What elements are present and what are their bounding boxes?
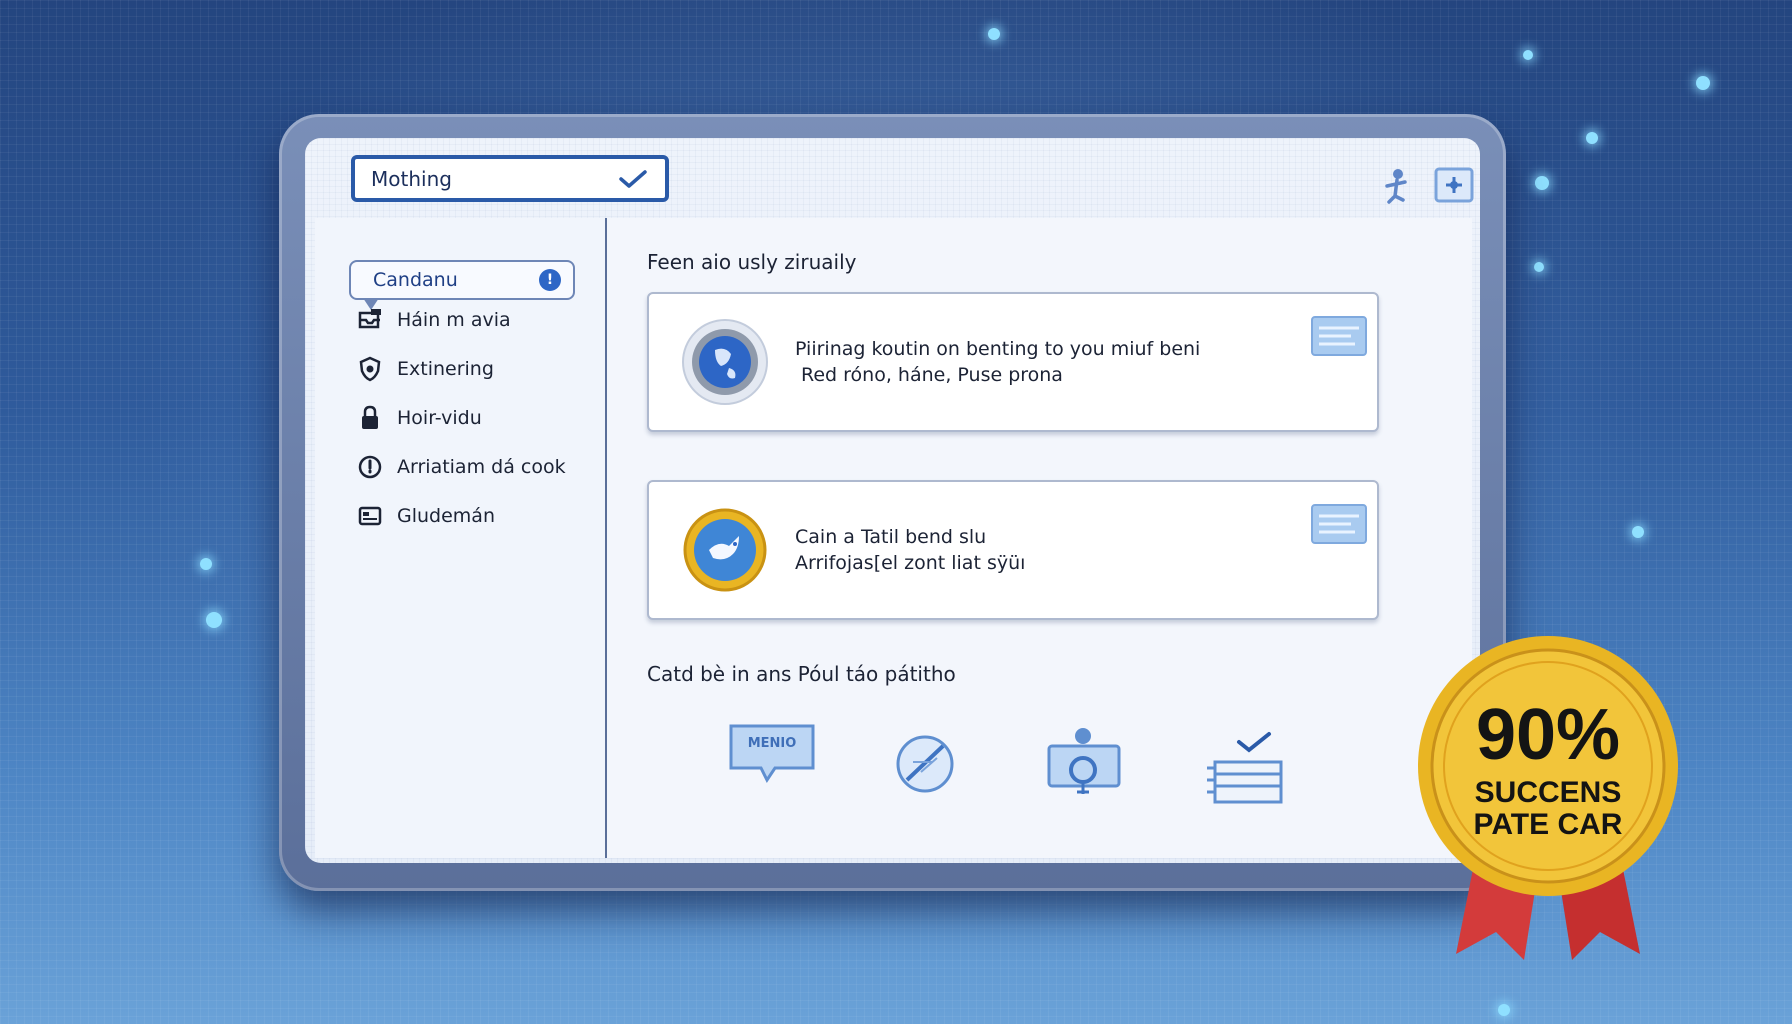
chat-bubble-text: MENIO — [747, 736, 797, 751]
sidebar-item-label: Gludemán — [397, 505, 495, 527]
section-title: Feen aio usly ziruaily — [647, 250, 857, 274]
sparkle-dot — [1534, 262, 1544, 272]
section-title: Catd bè in ans Póul táo pátitho — [647, 662, 956, 686]
info-card[interactable]: Cain a Tatil bend slu Arrifojas[el zont … — [647, 480, 1379, 620]
main-panel: Feen aio usly ziruaily Piirinag koutin o… — [607, 218, 1472, 858]
mode-dropdown[interactable]: Mothing — [351, 155, 669, 202]
card-text: Cain a Tatil bend slu Arrifojas[el zont … — [795, 524, 1025, 576]
info-icon: ! — [539, 269, 561, 291]
sparkle-dot — [1632, 526, 1644, 538]
chat-bubble-shape — [729, 724, 815, 783]
card-line-1: Piirinag koutin on benting to you miuf b… — [795, 338, 1201, 360]
info-card[interactable]: Piirinag koutin on benting to you miuf b… — [647, 292, 1379, 432]
sparkle-dot — [1535, 176, 1549, 190]
card-text: Piirinag koutin on benting to you miuf b… — [795, 336, 1200, 388]
success-seal: 90% SUCCENS PATE CAR — [1416, 634, 1680, 964]
sparkle-dot — [1696, 76, 1710, 90]
chat-bubble-icon[interactable]: MENIO — [727, 722, 817, 812]
person-card-icon[interactable] — [1043, 722, 1133, 812]
sidebar-active-label: Candanu — [373, 269, 458, 291]
sidebar-item-active[interactable]: Candanu ! — [349, 260, 575, 310]
bird-icon — [683, 508, 767, 592]
sparkle-dot — [1498, 1004, 1510, 1016]
person-icon[interactable] — [1375, 164, 1417, 206]
sidebar-item-hoir-vidu[interactable]: Hoir-vidu — [357, 402, 482, 434]
card-line-2: Red róno, háne, Puse prona — [801, 364, 1063, 386]
clock-icon — [358, 455, 382, 479]
sidebar-item-gludeman[interactable]: Gludemán — [357, 500, 495, 532]
sidebar-item-label: Háin m avia — [397, 309, 511, 331]
seal-line-2: PATE CAR — [1473, 808, 1623, 841]
seal-line-1: SUCCENS — [1474, 776, 1622, 809]
inbox-icon — [358, 309, 381, 329]
sparkle-dot — [200, 558, 212, 570]
ticket-icon[interactable] — [1311, 316, 1367, 356]
sidebar-item-label: Hoir-vidu — [397, 407, 482, 429]
tablet-device: Mothing Candanu ! Háin m avia Extinering… — [279, 114, 1506, 891]
globe-icon — [682, 319, 768, 405]
sparkle-dot — [1586, 132, 1598, 144]
checklist-icon[interactable] — [1203, 722, 1293, 812]
check-icon — [619, 169, 647, 188]
sidebar-item-extinering[interactable]: Extinering — [357, 353, 494, 385]
sparkle-dot — [988, 28, 1000, 40]
card-line-2: Arrifojas[el zont liat sÿüı — [795, 552, 1026, 574]
sparkle-dot — [1523, 50, 1533, 60]
sidebar-item-label: Extinering — [397, 358, 494, 380]
seal-percent: 90% — [1475, 695, 1621, 775]
sidebar: Candanu ! Háin m avia Extinering Hoir-vi… — [315, 218, 607, 858]
sidebar-item-hain[interactable]: Háin m avia — [357, 304, 511, 336]
ticket-icon[interactable] — [1311, 504, 1367, 544]
sparkle-dot — [206, 612, 222, 628]
app-window: Mothing Candanu ! Háin m avia Extinering… — [305, 138, 1480, 863]
lock-icon — [362, 405, 378, 429]
card-icon — [358, 506, 382, 526]
dropdown-value: Mothing — [371, 166, 452, 191]
shield-icon — [359, 356, 381, 382]
compass-icon[interactable] — [885, 722, 975, 812]
sidebar-item-arriatiam[interactable]: Arriatiam dá cook — [357, 451, 566, 483]
sidebar-item-label: Arriatiam dá cook — [397, 456, 566, 478]
card-line-1: Cain a Tatil bend slu — [795, 526, 987, 548]
settings-icon[interactable] — [1433, 164, 1475, 206]
